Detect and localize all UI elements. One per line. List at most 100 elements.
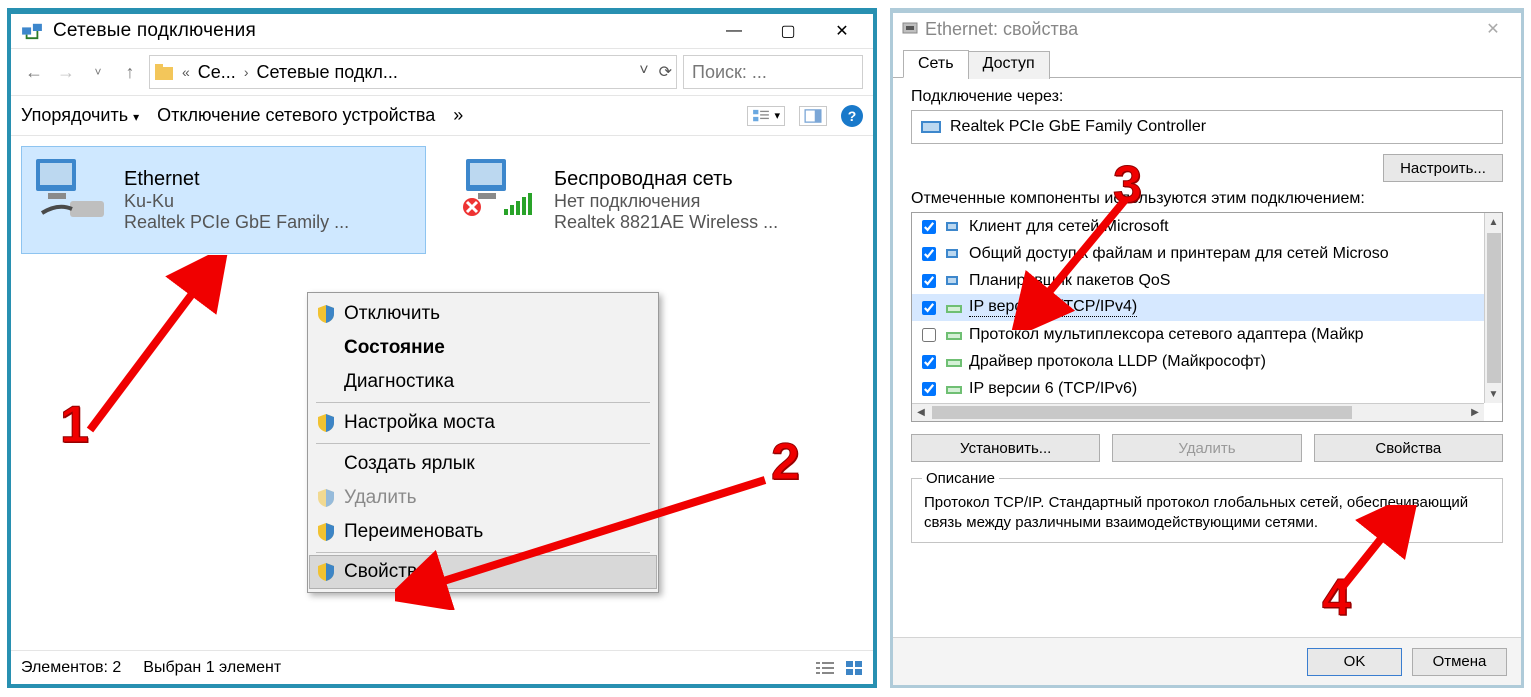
shield-icon [316,488,336,508]
disable-device-button[interactable]: Отключение сетевого устройства [157,105,435,126]
menu-properties[interactable]: Свойства [309,555,657,589]
tab-network[interactable]: Сеть [903,50,969,78]
scroll-thumb[interactable] [932,406,1352,419]
horizontal-scrollbar[interactable]: ◀ ▶ [912,403,1484,421]
component-label: Общий доступ к файлам и принтерам для се… [969,245,1389,263]
component-label: Клиент для сетей Microsoft [969,218,1169,236]
preview-pane-button[interactable] [799,106,827,126]
vertical-scrollbar[interactable]: ▲ ▼ [1484,213,1502,403]
step-3-label: 3 [1113,155,1142,215]
component-checkbox[interactable] [922,382,936,396]
tab-body: Подключение через: Realtek PCIe GbE Fami… [893,78,1521,543]
nav-bar: ← → ˅ ↑ « Се... › Сетевые подкл... ˅ ⟳ П… [11,48,873,96]
component-checkbox[interactable] [922,274,936,288]
shield-icon [316,413,336,433]
adapter-wifi[interactable]: Беспроводная сеть Нет подключения Realte… [451,146,856,254]
menu-delete: Удалить [310,481,656,515]
adapter-status: Нет подключения [554,191,778,212]
ok-button[interactable]: OK [1307,648,1402,676]
status-elements: Элементов: 2 [21,659,121,677]
adapter-ethernet[interactable]: Ethernet Ku-Ku Realtek PCIe GbE Family .… [21,146,426,254]
scroll-up-icon[interactable]: ▲ [1485,213,1502,231]
component-icon [945,273,963,289]
close-button[interactable]: ✕ [815,16,869,46]
component-checkbox[interactable] [922,247,936,261]
configure-button[interactable]: Настроить... [1383,154,1503,182]
up-button[interactable]: ↑ [117,59,143,85]
chevron-right-icon: › [242,64,251,80]
network-icon [21,22,43,40]
nic-card-icon [920,118,942,136]
dialog-button-bar: OK Отмена [893,637,1521,685]
scroll-thumb[interactable] [1487,233,1501,383]
component-icon [945,300,963,316]
view-mode-button[interactable]: ▾ [747,106,785,126]
properties-button[interactable]: Свойства [1314,434,1503,462]
organize-button[interactable]: Упорядочить ▾ [21,105,139,126]
close-button[interactable]: ✕ [1473,14,1513,44]
network-connections-window: Сетевые подключения — ▢ ✕ ← → ˅ ↑ « Се..… [7,8,877,688]
component-row[interactable]: IP версии 4 (TCP/IPv4) [912,294,1484,321]
component-row[interactable]: Драйвер протокола LLDP (Майкрософт) [912,348,1484,375]
maximize-button[interactable]: ▢ [761,16,815,46]
tab-access[interactable]: Доступ [968,51,1050,79]
shield-icon [316,522,336,542]
component-icon [945,381,963,397]
menu-bridge[interactable]: Настройка моста [310,406,656,440]
uninstall-button: Удалить [1112,434,1301,462]
component-checkbox[interactable] [922,355,936,369]
component-checkbox[interactable] [922,328,936,342]
address-bar[interactable]: « Се... › Сетевые подкл... ˅ ⟳ [149,55,677,89]
refresh-icon[interactable]: ⟳ [659,62,672,82]
description-text: Протокол TCP/IP. Стандартный протокол гл… [924,494,1468,531]
components-label: Отмеченные компоненты используются этим … [911,190,1503,208]
dropdown-icon[interactable]: ˅ [639,62,648,82]
menu-diagnose[interactable]: Диагностика [310,365,656,399]
search-placeholder: Поиск: ... [692,62,767,83]
breadcrumb-1[interactable]: Се... [198,62,236,83]
shield-icon [316,562,336,582]
component-checkbox[interactable] [922,301,936,315]
component-icon [945,246,963,262]
description-legend: Описание [922,469,999,489]
minimize-button[interactable]: — [707,16,761,46]
forward-button[interactable]: → [53,59,79,85]
titlebar: Ethernet: свойства ✕ [893,13,1521,45]
more-button[interactable]: » [453,105,463,126]
chevron-left-icon: « [180,64,192,80]
components-listbox[interactable]: Клиент для сетей Microsoft Общий доступ к… [911,212,1503,422]
component-label: IP версии 4 (TCP/IPv4) [969,298,1137,317]
component-row[interactable]: IP версии 6 (TCP/IPv6) [912,375,1484,402]
menu-rename[interactable]: Переименовать [310,515,656,549]
large-icons-view-icon[interactable] [845,660,863,676]
component-icon [945,327,963,343]
menu-separator [316,443,650,444]
component-checkbox[interactable] [922,220,936,234]
install-button[interactable]: Установить... [911,434,1100,462]
step-1-label: 1 [60,395,89,455]
menu-separator [316,552,650,553]
adapter-device: Realtek 8821AE Wireless ... [554,212,778,233]
window-title: Сетевые подключения [49,20,707,42]
menu-shortcut[interactable]: Создать ярлык [310,447,656,481]
breadcrumb-2[interactable]: Сетевые подкл... [256,62,397,83]
connect-via-box: Realtek PCIe GbE Family Controller [911,110,1503,144]
search-box[interactable]: Поиск: ... [683,55,863,89]
recent-dropdown[interactable]: ˅ [85,59,111,85]
back-button[interactable]: ← [21,59,47,85]
scroll-right-icon[interactable]: ▶ [1466,407,1484,418]
step-2-label: 2 [771,432,800,492]
toolbar: Упорядочить ▾ Отключение сетевого устрой… [11,96,873,136]
component-row[interactable]: Планировщик пакетов QoS [912,267,1484,294]
menu-status[interactable]: Состояние [310,331,656,365]
status-selected: Выбран 1 элемент [143,659,281,677]
details-view-icon[interactable] [815,660,835,676]
component-row[interactable]: Протокол мультиплексора сетевого адаптер… [912,321,1484,348]
cancel-button[interactable]: Отмена [1412,648,1507,676]
scroll-left-icon[interactable]: ◀ [912,407,930,418]
menu-disable[interactable]: Отключить [310,297,656,331]
component-row[interactable]: Клиент для сетей Microsoft [912,213,1484,240]
component-row[interactable]: Общий доступ к файлам и принтерам для се… [912,240,1484,267]
help-button[interactable]: ? [841,105,863,127]
scroll-down-icon[interactable]: ▼ [1485,385,1502,403]
